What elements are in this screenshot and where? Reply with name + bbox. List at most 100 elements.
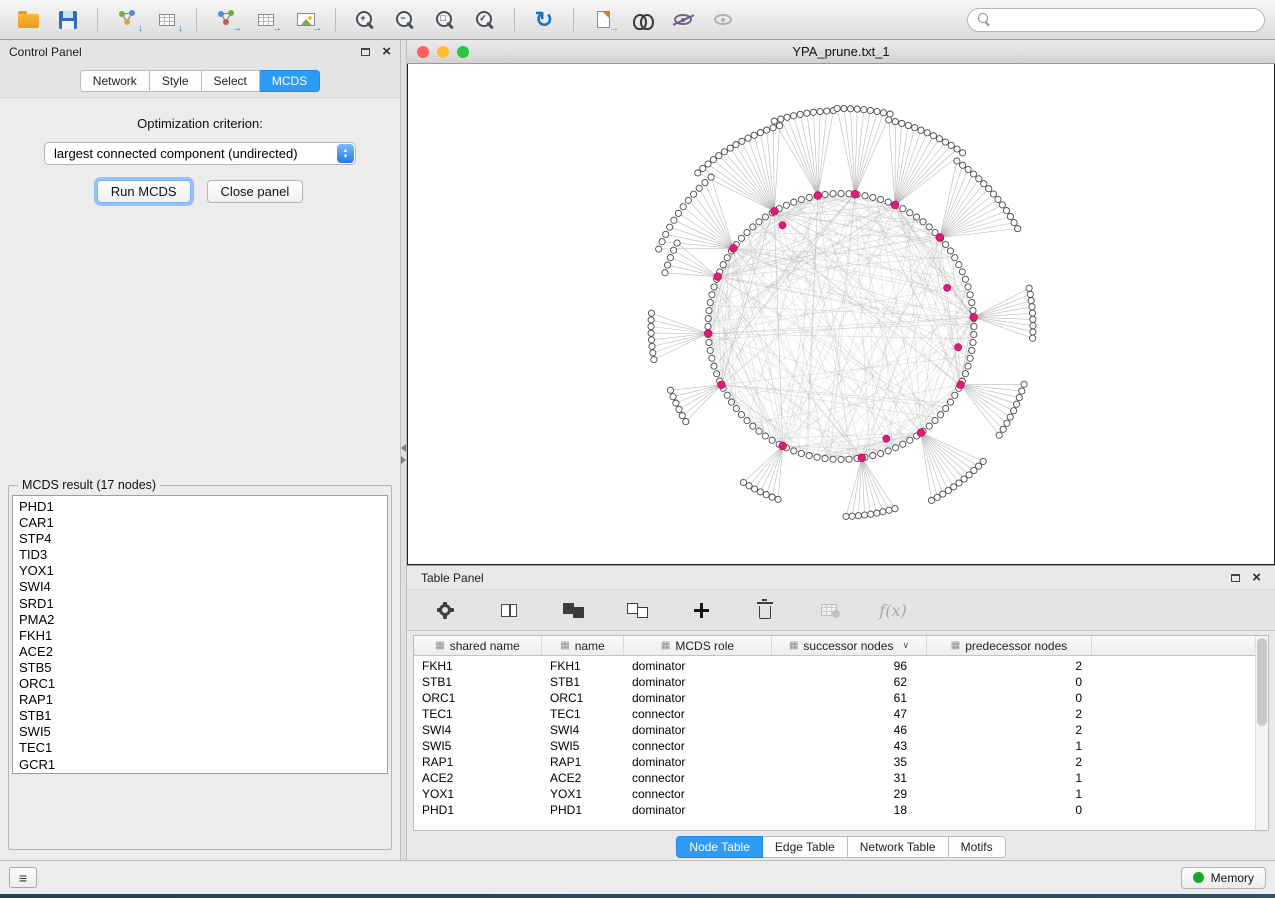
close-panel-icon[interactable]: × bbox=[382, 44, 391, 59]
export-image-button[interactable]: → bbox=[288, 5, 324, 35]
mcds-node-item[interactable]: GCR1 bbox=[13, 757, 387, 773]
table-row[interactable]: SWI4SWI4dominator462 bbox=[414, 722, 1268, 738]
save-session-button[interactable] bbox=[50, 5, 86, 35]
table-row[interactable]: STB1STB1dominator620 bbox=[414, 674, 1268, 690]
criterion-select[interactable]: largest connected component (undirected)… bbox=[44, 142, 356, 165]
refresh-network-button[interactable]: ↻ bbox=[526, 5, 562, 35]
network-graph-svg[interactable] bbox=[408, 64, 1274, 564]
tab-network-table[interactable]: Network Table bbox=[848, 836, 949, 858]
network-from-table-button[interactable]: → bbox=[248, 5, 284, 35]
network-canvas[interactable] bbox=[407, 64, 1275, 565]
mcds-node-item[interactable]: ACE2 bbox=[13, 644, 387, 660]
table-settings-button[interactable] bbox=[427, 595, 463, 625]
scrollbar-thumb[interactable] bbox=[1257, 638, 1267, 726]
zoom-selected-icon: ✓ bbox=[475, 10, 495, 30]
column-label: predecessor nodes bbox=[965, 639, 1067, 653]
import-network-button[interactable]: ↓ bbox=[109, 5, 145, 35]
column-header-predecessor-nodes[interactable]: ▦predecessor nodes bbox=[927, 636, 1092, 655]
float-panel-icon[interactable] bbox=[361, 48, 370, 56]
status-menu-button[interactable]: ≡ bbox=[9, 867, 37, 888]
search-input[interactable] bbox=[997, 12, 1254, 28]
image-arrow-icon: → bbox=[312, 24, 322, 34]
mcds-node-item[interactable]: TID3 bbox=[13, 547, 387, 563]
run-mcds-button[interactable]: Run MCDS bbox=[97, 180, 191, 203]
fx-icon: f(x) bbox=[879, 601, 906, 620]
node-table: ▦shared name▦name▦MCDS role▦successor no… bbox=[413, 635, 1269, 831]
first-neighbors-button[interactable] bbox=[625, 5, 661, 35]
delete-table-icon bbox=[821, 604, 837, 616]
mcds-node-item[interactable]: SWI4 bbox=[13, 579, 387, 595]
close-window-icon[interactable] bbox=[417, 46, 429, 58]
table-row[interactable]: PHD1PHD1dominator180 bbox=[414, 802, 1268, 818]
float-table-panel-icon[interactable] bbox=[1231, 574, 1240, 582]
table-row[interactable]: YOX1YOX1connector291 bbox=[414, 786, 1268, 802]
mcds-node-item[interactable]: STB5 bbox=[13, 660, 387, 676]
open-folder-icon bbox=[18, 14, 39, 28]
select-stepper-icon: ▲ ▼ bbox=[337, 144, 354, 163]
mcds-result-list[interactable]: PHD1CAR1STP4TID3YOX1SWI4SRD1PMA2FKH1ACE2… bbox=[12, 495, 388, 774]
table-row[interactable]: FKH1FKH1dominator962 bbox=[414, 658, 1268, 674]
show-all-button[interactable] bbox=[705, 5, 741, 35]
table-row[interactable]: TEC1TEC1connector472 bbox=[414, 706, 1268, 722]
new-network-button[interactable]: → bbox=[208, 5, 244, 35]
minimize-window-icon[interactable] bbox=[437, 46, 449, 58]
collapse-left-icon[interactable] bbox=[401, 444, 406, 452]
mcds-node-item[interactable]: TEC1 bbox=[13, 740, 387, 756]
tab-select[interactable]: Select bbox=[202, 70, 260, 92]
sort-arrow-icon: ∨ bbox=[902, 640, 909, 651]
vertical-splitter[interactable] bbox=[400, 40, 407, 860]
open-file-button[interactable] bbox=[10, 5, 46, 35]
close-table-panel-icon[interactable]: × bbox=[1252, 570, 1261, 585]
search-icon bbox=[978, 13, 991, 26]
deselect-all-button[interactable] bbox=[619, 595, 655, 625]
columns-icon bbox=[501, 604, 517, 617]
table-panel-title: Table Panel bbox=[421, 571, 484, 585]
tab-network[interactable]: Network bbox=[80, 70, 150, 92]
mcds-node-item[interactable]: SWI5 bbox=[13, 724, 387, 740]
column-label: MCDS role bbox=[675, 639, 734, 653]
mcds-node-item[interactable]: YOX1 bbox=[13, 563, 387, 579]
mcds-node-item[interactable]: SRD1 bbox=[13, 596, 387, 612]
show-columns-button[interactable] bbox=[491, 595, 527, 625]
import-table-button[interactable]: ↓ bbox=[149, 5, 185, 35]
mcds-node-item[interactable]: FKH1 bbox=[13, 628, 387, 644]
hide-selected-button[interactable] bbox=[665, 5, 701, 35]
close-panel-button[interactable]: Close panel bbox=[207, 180, 304, 203]
collapse-right-icon[interactable] bbox=[401, 456, 406, 464]
mcds-node-item[interactable]: ORC1 bbox=[13, 676, 387, 692]
mcds-node-item[interactable]: RAP1 bbox=[13, 692, 387, 708]
table-row[interactable]: RAP1RAP1dominator352 bbox=[414, 754, 1268, 770]
mcds-node-item[interactable]: PHD1 bbox=[13, 499, 387, 515]
table-scrollbar[interactable] bbox=[1255, 636, 1268, 830]
function-builder-button[interactable]: f(x) bbox=[875, 595, 911, 625]
zoom-in-button[interactable]: + bbox=[347, 5, 383, 35]
tab-style[interactable]: Style bbox=[150, 70, 202, 92]
delete-column-button[interactable] bbox=[747, 595, 783, 625]
zoom-selected-button[interactable]: ✓ bbox=[467, 5, 503, 35]
tab-mcds[interactable]: MCDS bbox=[260, 70, 320, 92]
column-header-mcds-role[interactable]: ▦MCDS role bbox=[624, 636, 772, 655]
export-document-button[interactable]: → bbox=[585, 5, 621, 35]
table-row[interactable]: ACE2ACE2connector311 bbox=[414, 770, 1268, 786]
add-column-button[interactable] bbox=[683, 595, 719, 625]
zoom-fit-button[interactable]: □ bbox=[427, 5, 463, 35]
tab-motifs[interactable]: Motifs bbox=[949, 836, 1006, 858]
select-all-button[interactable] bbox=[555, 595, 591, 625]
zoom-out-button[interactable]: − bbox=[387, 5, 423, 35]
column-header-shared-name[interactable]: ▦shared name bbox=[414, 636, 542, 655]
table-row[interactable]: ORC1ORC1dominator610 bbox=[414, 690, 1268, 706]
column-header-successor-nodes[interactable]: ▦successor nodes∨ bbox=[772, 636, 927, 655]
mcds-node-item[interactable]: CAR1 bbox=[13, 515, 387, 531]
mcds-node-item[interactable]: STB1 bbox=[13, 708, 387, 724]
table-cell: SWI5 bbox=[542, 739, 624, 753]
delete-table-button[interactable] bbox=[811, 595, 847, 625]
mcds-node-item[interactable]: STP4 bbox=[13, 531, 387, 547]
mcds-node-item[interactable]: PMA2 bbox=[13, 612, 387, 628]
deselect-all-icon bbox=[627, 603, 648, 618]
memory-button[interactable]: Memory bbox=[1181, 867, 1266, 889]
maximize-window-icon[interactable] bbox=[457, 46, 469, 58]
tab-edge-table[interactable]: Edge Table bbox=[763, 836, 848, 858]
tab-node-table[interactable]: Node Table bbox=[676, 836, 763, 858]
column-header-name[interactable]: ▦name bbox=[542, 636, 624, 655]
table-row[interactable]: SWI5SWI5connector431 bbox=[414, 738, 1268, 754]
